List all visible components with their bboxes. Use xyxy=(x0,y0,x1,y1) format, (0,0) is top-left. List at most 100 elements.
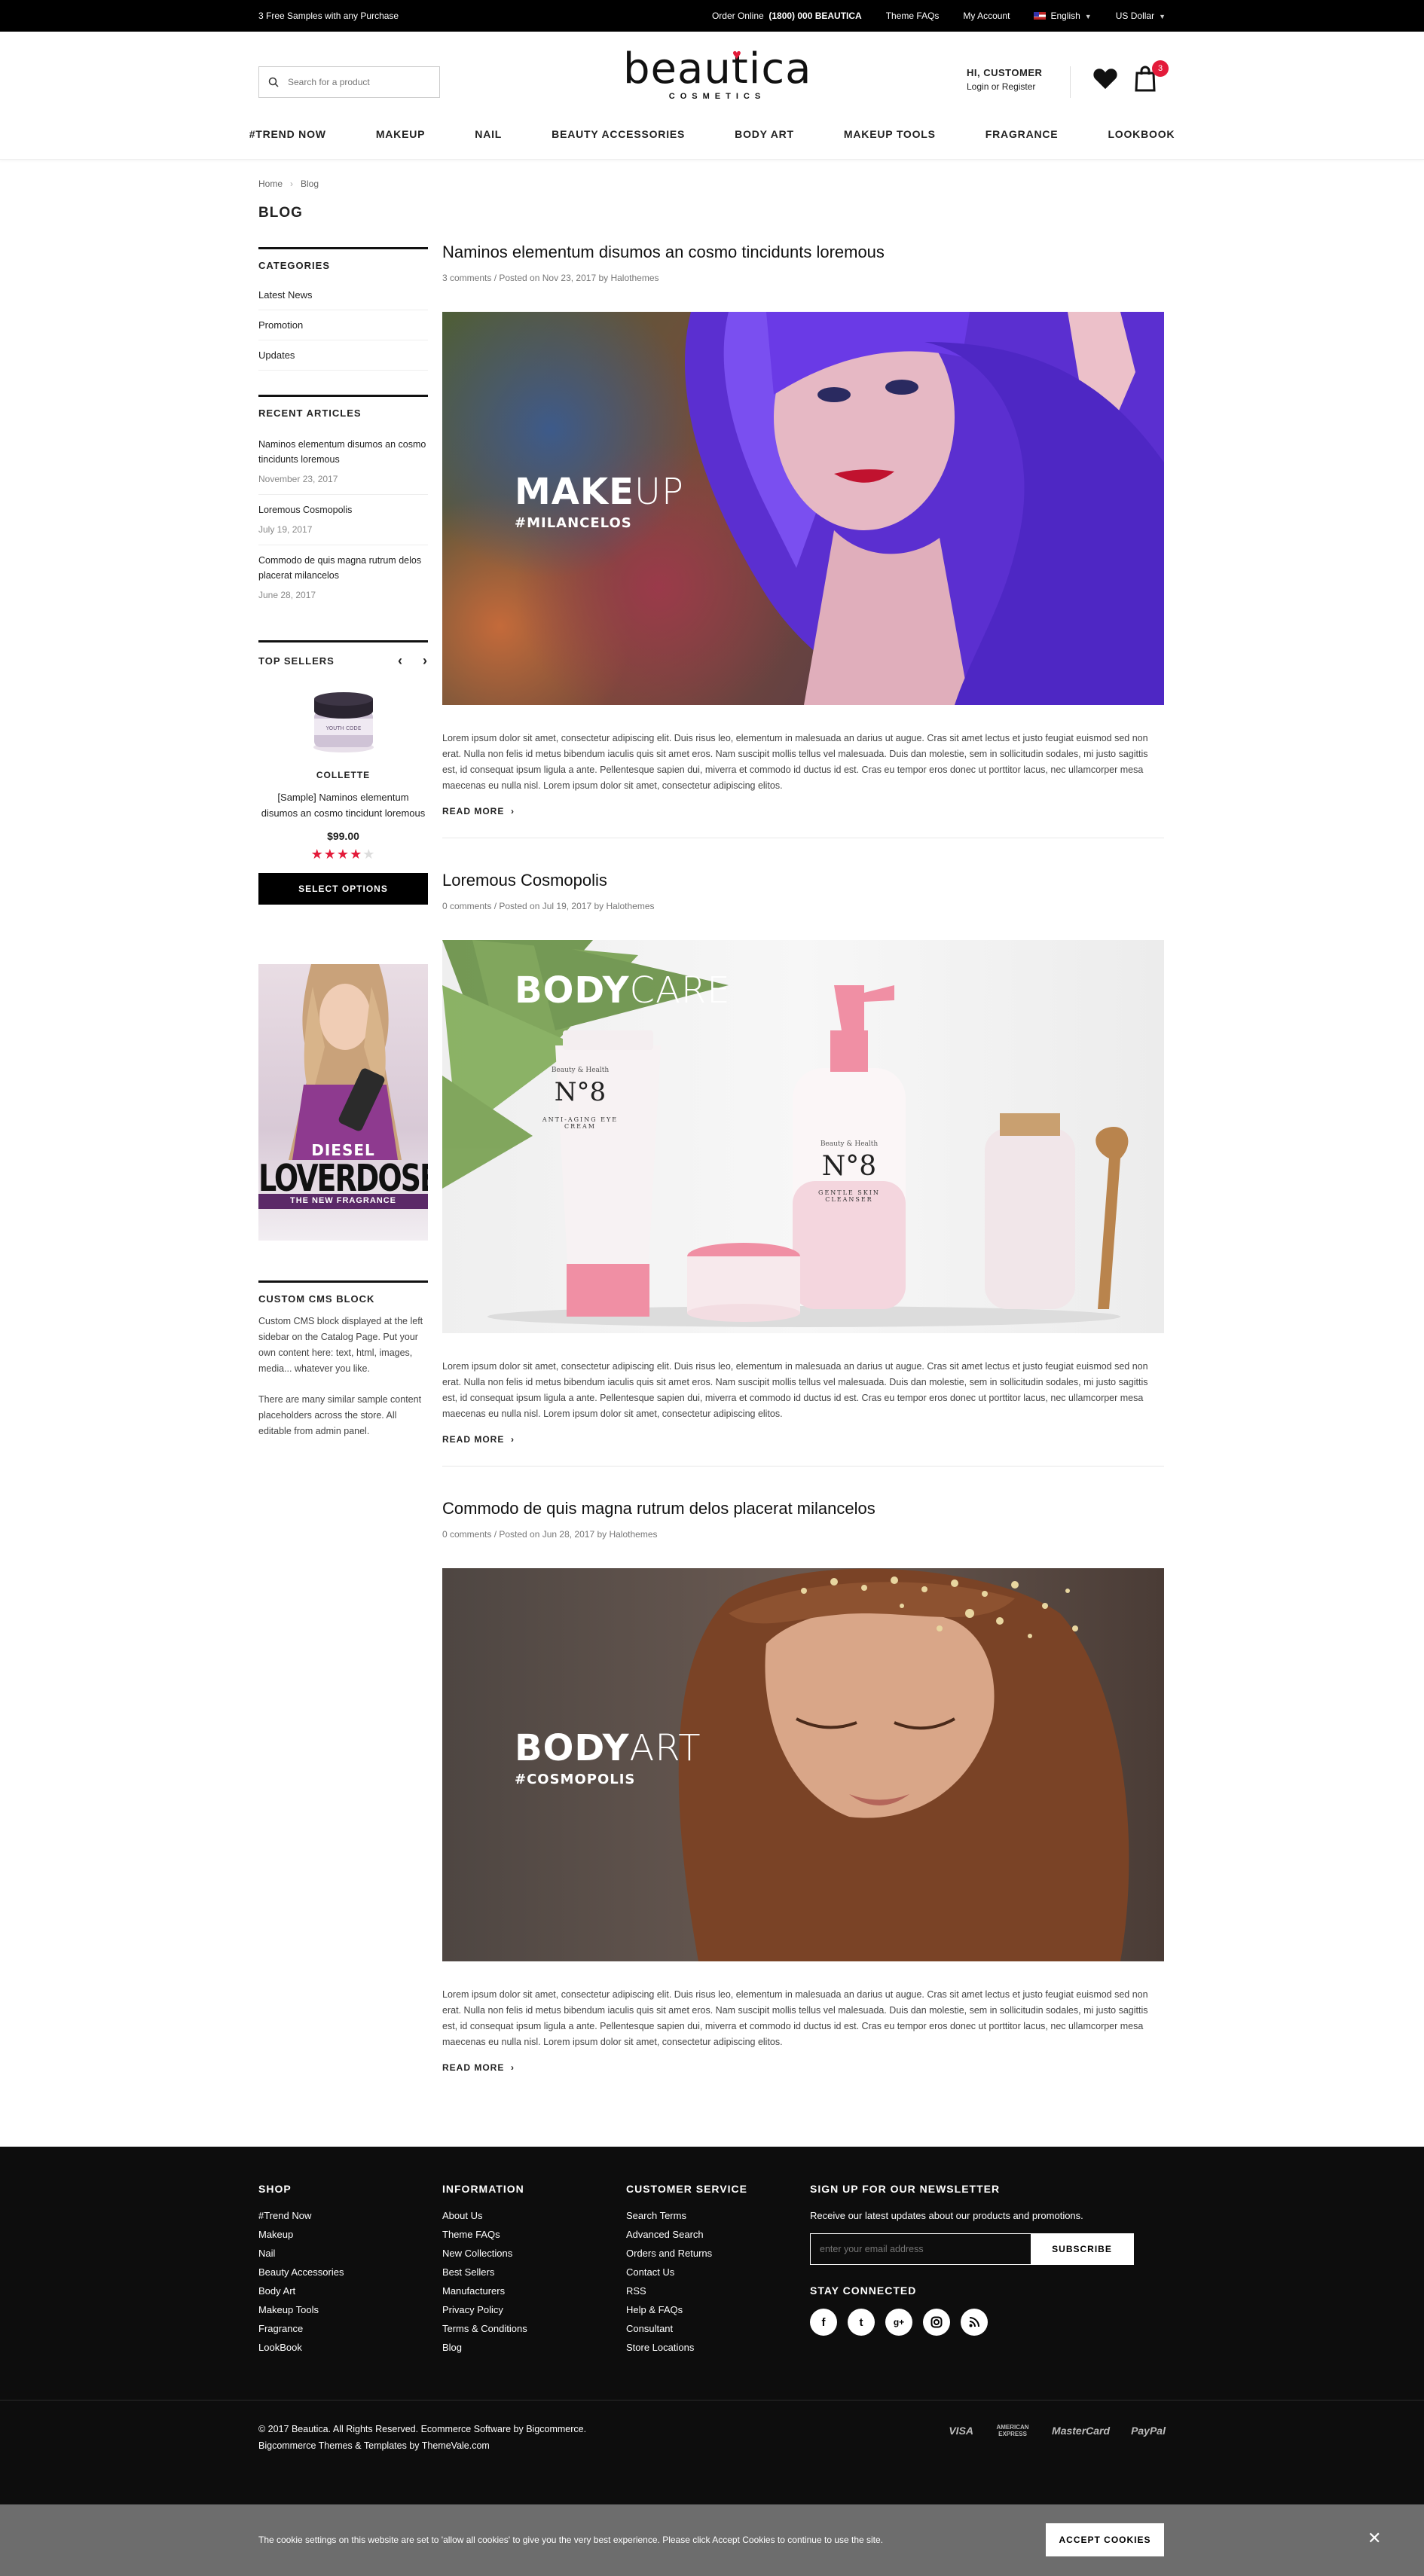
read-more-link[interactable]: READ MORE › xyxy=(442,1434,515,1445)
post-image[interactable]: BODYART #COSMOPOLIS xyxy=(442,1568,1164,1961)
footer-link[interactable]: Blog xyxy=(442,2342,527,2361)
read-more-label: READ MORE xyxy=(442,806,505,816)
product-brand: COLLETTE xyxy=(316,770,371,780)
rss-icon[interactable] xyxy=(961,2309,988,2336)
accept-cookies-button[interactable]: ACCEPT COOKIES xyxy=(1046,2523,1164,2556)
chevron-left-icon[interactable]: ‹ xyxy=(398,653,403,669)
footer-link[interactable]: Help & FAQs xyxy=(626,2304,747,2323)
footer-link[interactable]: Terms & Conditions xyxy=(442,2323,527,2342)
footer-link[interactable]: About Us xyxy=(442,2210,527,2229)
footer-link[interactable]: Fragrance xyxy=(258,2323,344,2342)
my-account-link[interactable]: My Account xyxy=(963,11,1010,21)
register-link[interactable]: Register xyxy=(1002,81,1036,92)
chevron-right-icon[interactable]: › xyxy=(423,653,428,669)
footer-link[interactable]: New Collections xyxy=(442,2248,527,2266)
nav-nail[interactable]: NAIL xyxy=(450,128,527,140)
post-image[interactable]: Beauty & Health N°8 ANTI-AGING EYE CREAM… xyxy=(442,940,1164,1333)
footer-link[interactable]: Consultant xyxy=(626,2323,747,2342)
login-link[interactable]: Login xyxy=(967,81,989,92)
footer-link[interactable]: #Trend Now xyxy=(258,2210,344,2229)
recent-article-title[interactable]: Naminos elementum disumos an cosmo tinci… xyxy=(258,437,428,467)
top-bar: 3 Free Samples with any Purchase Order O… xyxy=(0,0,1424,32)
footer-link[interactable]: Contact Us xyxy=(626,2266,747,2285)
cart-button[interactable]: 3 xyxy=(1134,60,1169,95)
footer-shop-title: SHOP xyxy=(258,2183,292,2195)
select-options-button[interactable]: SELECT OPTIONS xyxy=(258,873,428,905)
eye-cream-label: Beauty & Health N°8 ANTI-AGING EYE CREAM xyxy=(539,1067,622,1130)
recent-article-title[interactable]: Loremous Cosmopolis xyxy=(258,502,428,517)
post-divider xyxy=(442,1466,1164,1467)
read-more-link[interactable]: READ MORE › xyxy=(442,806,515,816)
footer-link[interactable]: LookBook xyxy=(258,2342,344,2361)
category-item[interactable]: Updates xyxy=(258,340,428,371)
post-meta: 0 comments / Posted on Jul 19, 2017 by H… xyxy=(442,901,655,911)
language-select[interactable]: English ▼ xyxy=(1034,11,1092,21)
wishlist-button[interactable] xyxy=(1092,66,1120,93)
footer-link[interactable]: Theme FAQs xyxy=(442,2229,527,2248)
footer-link[interactable]: Makeup Tools xyxy=(258,2304,344,2323)
top-sellers-header: TOP SELLERS ‹ › xyxy=(258,640,428,669)
product-image[interactable]: YOUTH CODE xyxy=(310,688,377,756)
order-phone[interactable]: (1800) 000 BEAUTICA xyxy=(769,11,861,21)
product-card: YOUTH CODE COLLETTE [Sample] Naminos ele… xyxy=(258,688,428,905)
recent-article-title[interactable]: Commodo de quis magna rutrum delos place… xyxy=(258,553,428,583)
product-name[interactable]: [Sample] Naminos elementum disumos an co… xyxy=(258,789,428,821)
product-brand-text: Beauty & Health xyxy=(551,1067,610,1074)
product-price: $99.00 xyxy=(327,830,359,842)
category-item[interactable]: Promotion xyxy=(258,310,428,340)
read-more-label: READ MORE xyxy=(442,1434,505,1445)
blog-post: Commodo de quis magna rutrum delos place… xyxy=(442,1499,1164,2074)
instagram-icon[interactable] xyxy=(923,2309,950,2336)
google-plus-icon[interactable]: g+ xyxy=(885,2309,912,2336)
footer-link[interactable]: Manufacturers xyxy=(442,2285,527,2304)
subscribe-button[interactable]: SUBSCRIBE xyxy=(1031,2234,1133,2264)
main-nav: #TREND NOW MAKEUP NAIL BEAUTY ACCESSORIE… xyxy=(0,128,1424,140)
search-input[interactable] xyxy=(288,77,423,87)
search-box[interactable] xyxy=(258,66,440,98)
footer-link[interactable]: RSS xyxy=(626,2285,747,2304)
recent-article[interactable]: Naminos elementum disumos an cosmo tinci… xyxy=(258,429,428,495)
nav-lookbook[interactable]: LOOKBOOK xyxy=(1083,128,1199,140)
stay-connected-title: STAY CONNECTED xyxy=(810,2285,917,2297)
sidebar-banner[interactable]: DIESEL LOVERDOSE THE NEW FRAGRANCE xyxy=(258,964,428,1241)
footer-link[interactable]: Search Terms xyxy=(626,2210,747,2229)
site-logo[interactable]: ♥ beautica COSMETICS xyxy=(623,47,811,102)
breadcrumb-current: Blog xyxy=(301,179,319,189)
product-number: N°8 xyxy=(821,1151,877,1182)
recent-article[interactable]: Commodo de quis magna rutrum delos place… xyxy=(258,545,428,610)
email-field[interactable] xyxy=(811,2234,1031,2264)
cart-count-badge: 3 xyxy=(1152,60,1169,77)
read-more-link[interactable]: READ MORE › xyxy=(442,2062,515,2073)
footer-link[interactable]: Best Sellers xyxy=(442,2266,527,2285)
nav-makeup[interactable]: MAKEUP xyxy=(351,128,450,140)
nav-beauty-accessories[interactable]: BEAUTY ACCESSORIES xyxy=(527,128,710,140)
post-title[interactable]: Commodo de quis magna rutrum delos place… xyxy=(442,1499,1164,1518)
post-image[interactable]: MAKEUP #MILANCELOS xyxy=(442,312,1164,705)
footer-link[interactable]: Beauty Accessories xyxy=(258,2266,344,2285)
site-footer: SHOP #Trend Now Makeup Nail Beauty Acces… xyxy=(0,2147,1424,2504)
footer-link[interactable]: Body Art xyxy=(258,2285,344,2304)
nav-body-art[interactable]: BODY ART xyxy=(710,128,819,140)
nav-trend-now[interactable]: #TREND NOW xyxy=(225,128,351,140)
category-item[interactable]: Latest News xyxy=(258,280,428,310)
recent-article[interactable]: Loremous Cosmopolis July 19, 2017 xyxy=(258,495,428,545)
theme-faqs-link[interactable]: Theme FAQs xyxy=(886,11,940,21)
footer-link[interactable]: Privacy Policy xyxy=(442,2304,527,2323)
footer-link[interactable]: Advanced Search xyxy=(626,2229,747,2248)
copyright-text: © 2017 Beautica. All Rights Reserved. Ec… xyxy=(258,2424,587,2434)
currency-select[interactable]: US Dollar ▼ xyxy=(1116,11,1166,21)
footer-link[interactable]: Nail xyxy=(258,2248,344,2266)
post-title[interactable]: Loremous Cosmopolis xyxy=(442,871,1164,890)
post-title[interactable]: Naminos elementum disumos an cosmo tinci… xyxy=(442,243,1164,262)
footer-link[interactable]: Store Locations xyxy=(626,2342,747,2361)
credits-text[interactable]: Bigcommerce Themes & Templates by ThemeV… xyxy=(258,2437,586,2454)
footer-link[interactable]: Orders and Returns xyxy=(626,2248,747,2266)
currency-label: US Dollar xyxy=(1115,11,1155,21)
facebook-icon[interactable]: f xyxy=(810,2309,837,2336)
twitter-icon[interactable]: t xyxy=(848,2309,875,2336)
footer-link[interactable]: Makeup xyxy=(258,2229,344,2248)
breadcrumb-home[interactable]: Home xyxy=(258,179,283,189)
nav-makeup-tools[interactable]: MAKEUP TOOLS xyxy=(819,128,961,140)
close-icon[interactable]: ✕ xyxy=(1367,2529,1381,2548)
nav-fragrance[interactable]: FRAGRANCE xyxy=(961,128,1083,140)
